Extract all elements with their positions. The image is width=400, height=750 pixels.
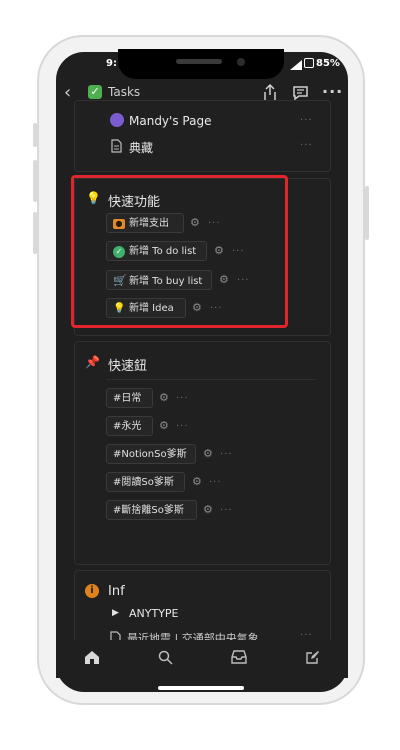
toggle-triangle-icon[interactable]: ▶: [112, 608, 119, 618]
checkmark-icon: ✓: [88, 85, 102, 99]
avatar-icon: [110, 113, 124, 127]
gear-icon[interactable]: ⚙: [203, 447, 213, 460]
list-item-earthquake[interactable]: 最近地震 | 交通部中央氣象: [127, 630, 259, 640]
more-options-icon[interactable]: ···: [220, 505, 233, 516]
speaker: [176, 59, 222, 64]
battery-percent: 85%: [316, 58, 340, 69]
gear-icon[interactable]: ⚙: [192, 475, 202, 488]
camera: [237, 58, 245, 66]
more-options-icon[interactable]: ···: [176, 393, 189, 404]
list-item-mandys-page[interactable]: Mandy's Page: [129, 114, 211, 128]
inbox-icon[interactable]: [231, 650, 247, 664]
volume-up-button: [33, 160, 37, 202]
list-item-archive[interactable]: 典藏: [129, 139, 153, 156]
battery-icon: [304, 58, 314, 68]
signal-icon: [290, 60, 302, 70]
status-time: 9:: [106, 58, 117, 69]
comment-icon[interactable]: [292, 85, 309, 101]
more-options-icon[interactable]: ···: [220, 449, 233, 460]
tab-bar: [56, 640, 348, 678]
page-icon: [110, 631, 121, 640]
more-options-icon[interactable]: ···: [300, 140, 313, 151]
notch: [118, 49, 284, 79]
search-icon[interactable]: [158, 650, 173, 665]
quick-button-reading[interactable]: #閱讀So爹斯: [106, 472, 185, 492]
home-icon[interactable]: [84, 650, 100, 665]
gear-icon[interactable]: ⚙: [159, 391, 169, 404]
more-options-icon[interactable]: ···: [176, 421, 189, 432]
power-button: [365, 186, 369, 240]
quick-button-notionso[interactable]: #NotionSo爹斯: [106, 444, 196, 464]
gear-icon[interactable]: ⚙: [159, 419, 169, 432]
home-indicator: [158, 686, 244, 690]
quick-button-daily[interactable]: #日常: [106, 388, 153, 408]
volume-down-button: [33, 212, 37, 254]
mute-switch: [33, 123, 37, 147]
quick-button-yongguang[interactable]: #永光: [106, 416, 153, 436]
more-options-icon[interactable]: ···: [209, 477, 222, 488]
highlight-box: [71, 175, 288, 328]
page-title: Tasks: [108, 85, 141, 99]
pin-icon: 📌: [85, 355, 100, 369]
new-page-icon[interactable]: [305, 650, 320, 665]
gear-icon[interactable]: ⚙: [203, 503, 213, 516]
toggle-anytype[interactable]: ANYTYPE: [129, 607, 179, 620]
page-icon: [111, 139, 122, 153]
more-options-icon[interactable]: ···: [322, 82, 343, 101]
more-options-icon[interactable]: ···: [300, 115, 313, 126]
quick-button-declutter[interactable]: #斷捨離So爹斯: [106, 500, 197, 520]
back-chevron-icon[interactable]: ‹: [64, 83, 71, 103]
info-icon: i: [85, 584, 99, 598]
section-title-inf: Inf: [108, 584, 125, 599]
top-card: [74, 100, 331, 172]
divider: [106, 379, 316, 380]
more-options-icon[interactable]: ···: [300, 630, 313, 640]
section-title-quick-buttons: 快速鈕: [108, 359, 148, 374]
